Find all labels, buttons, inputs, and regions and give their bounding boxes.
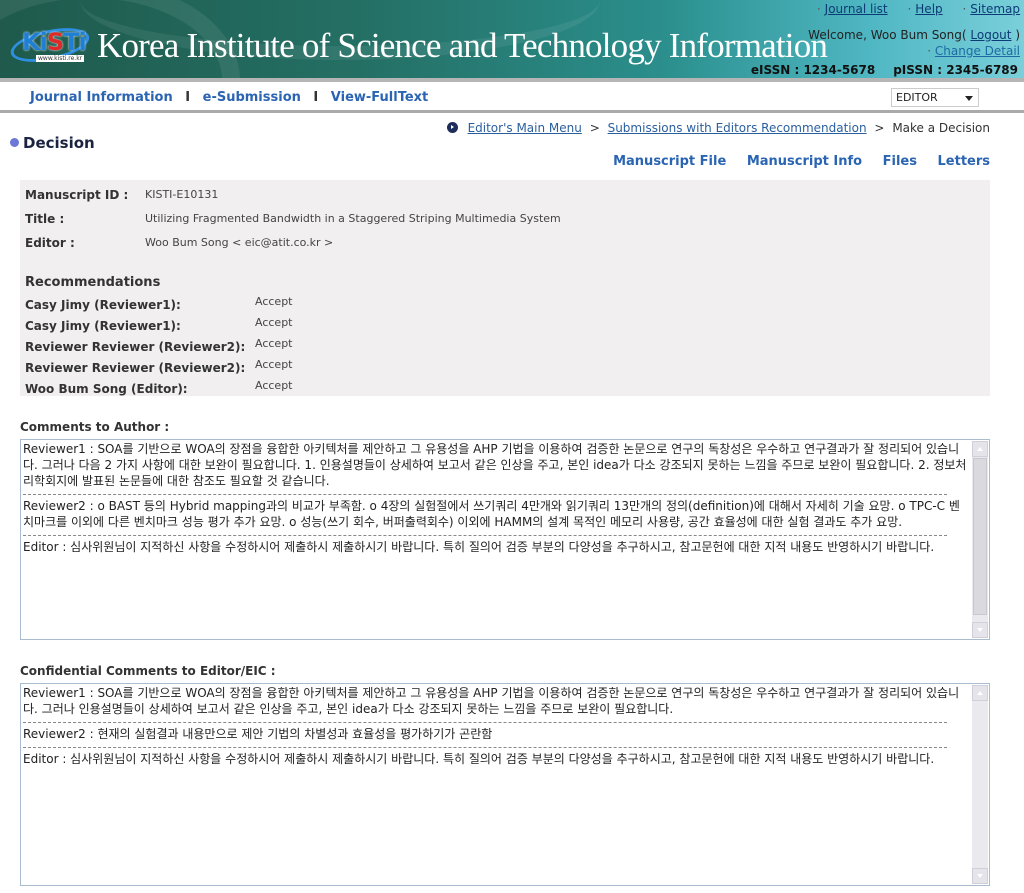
- bullet-icon: ·: [816, 2, 821, 16]
- recommendation-decision: Accept: [255, 337, 293, 350]
- bullet-icon: ·: [907, 2, 912, 16]
- welcome-message: Welcome, Woo Bum Song( Logout ): [808, 28, 1020, 42]
- welcome-suffix: ): [1015, 28, 1020, 42]
- scrollbar[interactable]: [972, 441, 988, 638]
- scrollbar-thumb[interactable]: [973, 458, 987, 615]
- comment-entry: Reviewer1 : SOA를 기반으로 WOA의 장점을 융합한 아키텍처를…: [23, 686, 960, 716]
- logo-text-accent: S: [46, 28, 64, 56]
- title-value: Utilizing Fragmented Bandwidth in a Stag…: [145, 212, 561, 225]
- tab-manuscript-file[interactable]: Manuscript File: [613, 154, 726, 169]
- logo-url: www.kisti.re.kr: [36, 55, 85, 62]
- nav-separator: I: [185, 90, 191, 105]
- scrollbar[interactable]: [972, 685, 988, 884]
- recommendation-decision: Accept: [255, 316, 293, 329]
- breadcrumb-separator: >: [874, 121, 885, 135]
- change-detail: · Change Detail: [927, 44, 1020, 58]
- breadcrumb-arrow-icon: [446, 122, 458, 133]
- recommendation-decision: Accept: [255, 295, 293, 308]
- main-nav: Journal Information I e-Submission I Vie…: [0, 82, 1024, 113]
- role-select-value: EDITOR: [896, 91, 938, 104]
- editor-label: Editor :: [25, 236, 75, 250]
- confidential-comments-label: Confidential Comments to Editor/EIC :: [20, 664, 276, 678]
- scroll-down-icon[interactable]: [972, 622, 988, 638]
- title-bullet-icon: [10, 138, 19, 147]
- manuscript-info-box: Manuscript ID : KISTI-E10131 Title : Uti…: [20, 180, 990, 396]
- nav-journal-information[interactable]: Journal Information: [30, 90, 173, 105]
- page-title-text: Decision: [23, 134, 95, 152]
- eissn: eISSN : 1234-5678: [750, 63, 876, 77]
- journal-list-link[interactable]: Journal list: [825, 2, 888, 16]
- reviewer-name: Casy Jimy (Reviewer1):: [25, 319, 181, 333]
- nav-separator: I: [313, 90, 319, 105]
- comment-entry: Editor : 심사위원님이 지적하신 사항을 수정하시어 제출하시 제출하시…: [23, 752, 935, 766]
- scroll-down-icon[interactable]: [972, 868, 988, 884]
- reviewer-name: Casy Jimy (Reviewer1):: [25, 298, 181, 312]
- comment-divider: [23, 747, 947, 748]
- nav-view-fulltext[interactable]: View-FullText: [331, 90, 428, 105]
- tab-manuscript-info[interactable]: Manuscript Info: [747, 154, 862, 169]
- manuscript-id-value: KISTI-E10131: [145, 188, 219, 201]
- tab-files[interactable]: Files: [883, 154, 917, 169]
- issn-info: eISSN : 1234-5678 pISSN : 2345-6789: [751, 63, 1018, 77]
- manuscript-tabs: Manuscript File Manuscript Info Files Le…: [597, 154, 990, 169]
- breadcrumb-submissions[interactable]: Submissions with Editors Recommendation: [608, 121, 867, 135]
- recommendation-decision: Accept: [255, 379, 293, 392]
- change-detail-link[interactable]: Change Detail: [935, 44, 1020, 58]
- comment-divider: [23, 494, 947, 495]
- scroll-up-icon[interactable]: [972, 685, 988, 701]
- breadcrumb: Editor's Main Menu > Submissions with Ed…: [446, 121, 990, 135]
- comments-to-author-textarea[interactable]: Reviewer1 : SOA를 기반으로 WOA의 장점을 융합한 아키텍처를…: [20, 439, 990, 640]
- manuscript-id-label: Manuscript ID :: [25, 188, 129, 202]
- comment-entry: Reviewer1 : SOA를 기반으로 WOA의 장점을 융합한 아키텍처를…: [23, 442, 967, 488]
- comment-entry: Reviewer2 : 현재의 실험결과 내용만으로 제안 기법의 차별성과 효…: [23, 727, 493, 741]
- logout-link[interactable]: Logout: [970, 28, 1011, 42]
- help-link[interactable]: Help: [915, 2, 942, 16]
- bullet-icon: ·: [962, 2, 967, 16]
- tab-letters[interactable]: Letters: [938, 154, 991, 169]
- title-label: Title :: [25, 212, 65, 226]
- reviewer-name: Woo Bum Song (Editor):: [25, 382, 188, 396]
- kisti-logo[interactable]: KiSTi www.kisti.re.kr: [7, 22, 93, 68]
- breadcrumb-editors-main-menu[interactable]: Editor's Main Menu: [468, 121, 582, 135]
- comment-divider: [23, 722, 947, 723]
- nav-e-submission[interactable]: e-Submission: [203, 90, 301, 105]
- comment-entry: Editor : 심사위원님이 지적하신 사항을 수정하시어 제출하시 제출하시…: [23, 540, 935, 554]
- sitemap-link[interactable]: Sitemap: [970, 2, 1020, 16]
- recommendation-decision: Accept: [255, 358, 293, 371]
- bullet-icon: ·: [927, 44, 932, 58]
- logo-text: Ti: [63, 28, 87, 56]
- welcome-text: Welcome, Woo Bum Song(: [808, 28, 967, 42]
- reviewer-name: Reviewer Reviewer (Reviewer2):: [25, 361, 246, 375]
- reviewer-name: Reviewer Reviewer (Reviewer2):: [25, 340, 246, 354]
- editor-value: Woo Bum Song < eic@atit.co.kr >: [145, 236, 334, 249]
- top-links: · Journal list · Help · Sitemap: [801, 2, 1020, 16]
- role-select[interactable]: EDITOR: [891, 88, 979, 107]
- comment-divider: [23, 535, 947, 536]
- page-title: Decision: [10, 134, 95, 152]
- logo-text: Ki: [22, 28, 48, 56]
- comment-entry: Reviewer2 : o BAST 등의 Hybrid mapping과의 비…: [23, 499, 960, 529]
- chevron-down-icon: [965, 96, 973, 101]
- scroll-up-icon[interactable]: [972, 441, 988, 457]
- breadcrumb-current: Make a Decision: [892, 121, 990, 135]
- confidential-comments-textarea[interactable]: Reviewer1 : SOA를 기반으로 WOA의 장점을 융합한 아키텍처를…: [20, 683, 990, 886]
- recommendations-heading: Recommendations: [25, 275, 161, 290]
- breadcrumb-separator: >: [589, 121, 600, 135]
- institute-name: Korea Institute of Science and Technolog…: [97, 26, 828, 65]
- site-header: KiSTi www.kisti.re.kr Korea Institute of…: [0, 0, 1024, 78]
- pissn: pISSN : 2345-6789: [893, 63, 1018, 77]
- comments-to-author-label: Comments to Author :: [20, 420, 170, 434]
